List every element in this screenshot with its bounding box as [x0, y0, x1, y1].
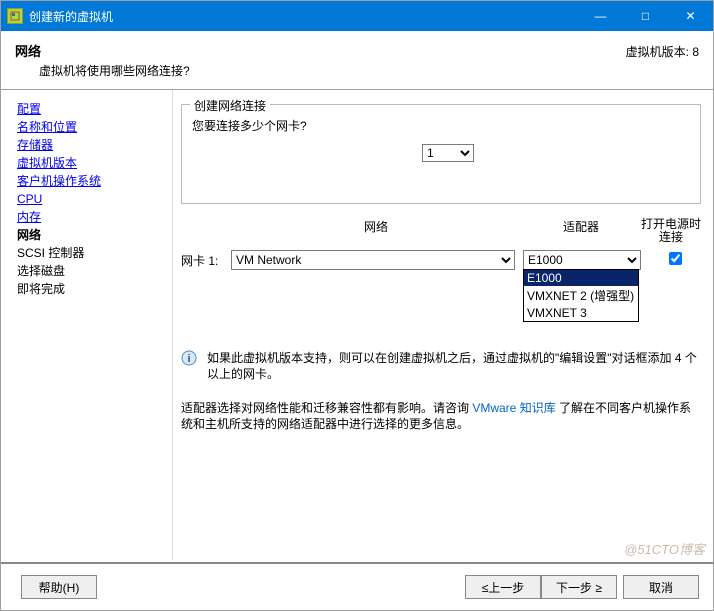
nic-count-question: 您要连接多少个网卡?	[192, 117, 690, 134]
sidebar-item-finish: 即将完成	[17, 280, 164, 298]
col-adapter: 适配器	[521, 218, 641, 244]
nic-row-1: 网卡 1: VM Network E1000 E1000 VMXNET 2 (增…	[181, 250, 701, 270]
window-titlebar: 创建新的虚拟机 — □ ✕	[1, 1, 713, 31]
sidebar-item-version[interactable]: 虚拟机版本	[17, 154, 164, 172]
window-title: 创建新的虚拟机	[29, 8, 578, 25]
close-button[interactable]: ✕	[668, 1, 713, 31]
adapter-select[interactable]: E1000	[523, 250, 641, 270]
wizard-footer: 帮助(H) ≤上一步 下一步 ≥ 取消	[1, 562, 713, 610]
sidebar-item-disk: 选择磁盘	[17, 262, 164, 280]
wizard-steps-sidebar: 配置 名称和位置 存储器 虚拟机版本 客户机操作系统 CPU 内存 网络 SCS…	[1, 90, 173, 560]
maximize-button[interactable]: □	[623, 1, 668, 31]
svg-text:i: i	[187, 353, 190, 365]
info-note-2: 适配器选择对网络性能和迁移兼容性都有影响。请咨询 VMware 知识库 了解在不…	[181, 400, 701, 432]
sidebar-item-config[interactable]: 配置	[17, 100, 164, 118]
page-title: 网络	[15, 41, 626, 60]
adapter-option-e1000[interactable]: E1000	[524, 270, 638, 286]
groupbox-legend: 创建网络连接	[190, 97, 270, 114]
sidebar-item-name[interactable]: 名称和位置	[17, 118, 164, 136]
sidebar-item-scsi: SCSI 控制器	[17, 244, 164, 262]
info-note-1: i 如果此虚拟机版本支持，则可以在创建虚拟机之后，通过虚拟机的"编辑设置"对话框…	[181, 350, 701, 382]
watermark: @51CTO博客	[624, 539, 705, 558]
connect-on-poweron-checkbox[interactable]	[669, 252, 682, 265]
app-icon	[7, 8, 23, 24]
sidebar-item-storage[interactable]: 存储器	[17, 136, 164, 154]
adapter-dropdown-list: E1000 VMXNET 2 (增强型) VMXNET 3	[523, 269, 639, 322]
prev-button[interactable]: ≤上一步	[465, 575, 541, 599]
vm-version-label: 虚拟机版本: 8	[626, 41, 699, 60]
network-groupbox: 创建网络连接 您要连接多少个网卡? 1	[181, 104, 701, 204]
cancel-button[interactable]: 取消	[623, 575, 699, 599]
adapter-option-vmxnet2[interactable]: VMXNET 2 (增强型)	[524, 286, 638, 305]
minimize-button[interactable]: —	[578, 1, 623, 31]
sidebar-item-network[interactable]: 网络	[17, 226, 164, 244]
next-button[interactable]: 下一步 ≥	[541, 575, 617, 599]
kb-link[interactable]: VMware 知识库	[472, 401, 555, 415]
sidebar-item-cpu[interactable]: CPU	[17, 190, 164, 208]
page-subtitle: 虚拟机将使用哪些网络连接?	[39, 62, 626, 79]
main-panel: 创建网络连接 您要连接多少个网卡? 1 网络 适配器 打开电源时连接 网卡 1:…	[173, 90, 713, 560]
nic-label: 网卡 1:	[181, 252, 231, 269]
nic-count-select[interactable]: 1	[422, 144, 474, 162]
info-icon: i	[181, 350, 201, 382]
sidebar-item-memory[interactable]: 内存	[17, 208, 164, 226]
help-button[interactable]: 帮助(H)	[21, 575, 97, 599]
network-select[interactable]: VM Network	[231, 250, 515, 270]
wizard-header: 网络 虚拟机将使用哪些网络连接? 虚拟机版本: 8	[1, 31, 713, 85]
column-headers: 网络 适配器 打开电源时连接	[181, 218, 701, 244]
sidebar-item-guestos[interactable]: 客户机操作系统	[17, 172, 164, 190]
col-connect: 打开电源时连接	[641, 218, 701, 244]
adapter-option-vmxnet3[interactable]: VMXNET 3	[524, 305, 638, 321]
col-network: 网络	[231, 218, 521, 244]
